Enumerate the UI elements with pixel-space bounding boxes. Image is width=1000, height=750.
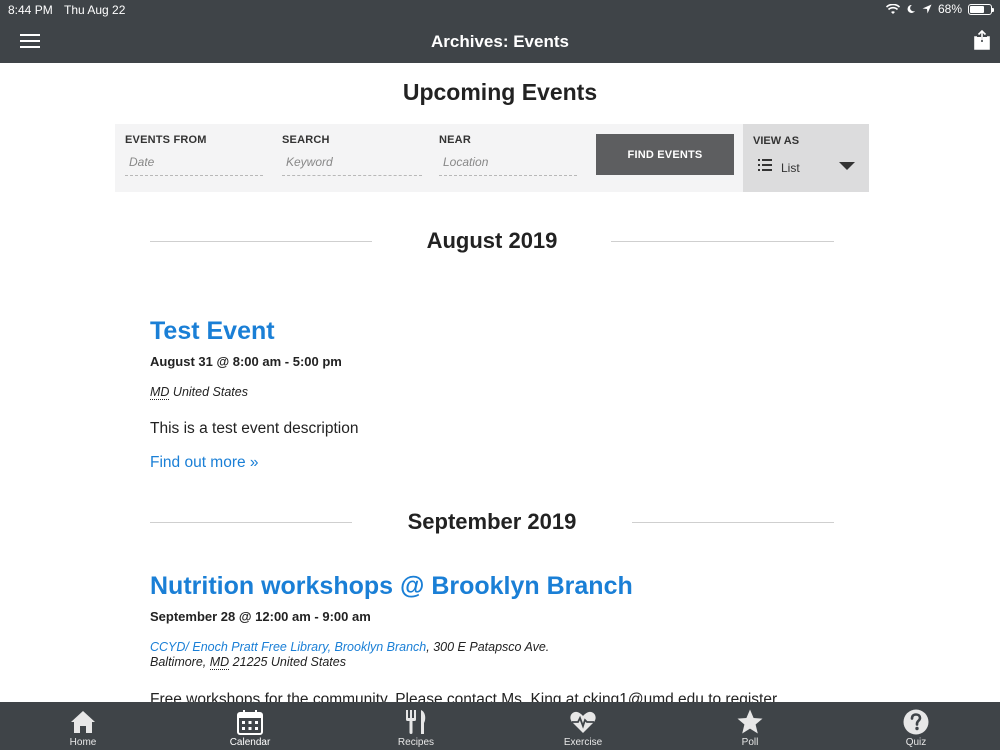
month-separator: September 2019 bbox=[150, 507, 834, 537]
heart-pulse-icon bbox=[570, 711, 596, 733]
search-filter: SEARCH Keyword bbox=[282, 134, 422, 176]
calendar-icon bbox=[237, 710, 263, 735]
question-icon bbox=[903, 709, 929, 735]
near-filter: NEAR Location bbox=[439, 134, 579, 176]
fork-knife-icon bbox=[406, 710, 426, 734]
tab-quiz[interactable]: Quiz bbox=[861, 702, 971, 750]
venue-city: Baltimore, bbox=[150, 655, 210, 669]
content-area: Upcoming Events EVENTS FROM Date SEARCH … bbox=[0, 63, 1000, 703]
month-label: September 2019 bbox=[407, 509, 577, 534]
view-as-value: List bbox=[781, 161, 800, 175]
status-right: 68% bbox=[885, 2, 994, 16]
tab-bar: Home Calendar Recipes Exercise Poll Quiz bbox=[0, 702, 1000, 750]
venue-state: MD bbox=[209, 655, 230, 670]
venue-address: , 300 E Patapsco Ave. bbox=[426, 640, 550, 654]
tab-home[interactable]: Home bbox=[28, 702, 138, 750]
share-icon[interactable] bbox=[974, 30, 990, 50]
star-icon bbox=[737, 709, 763, 734]
find-events-button[interactable]: FIND EVENTS bbox=[596, 134, 734, 175]
view-as-select[interactable]: VIEW AS List bbox=[743, 124, 869, 192]
find-out-more-link[interactable]: Find out more » bbox=[150, 454, 259, 472]
event-item: Test Event August 31 @ 8:00 am - 5:00 pm… bbox=[150, 317, 850, 472]
tab-label: Calendar bbox=[229, 737, 271, 748]
list-icon bbox=[758, 159, 772, 171]
page-title: Upcoming Events bbox=[402, 79, 598, 105]
venue-country: United States bbox=[169, 385, 248, 399]
month-label: August 2019 bbox=[426, 228, 558, 253]
tab-label: Exercise bbox=[563, 737, 603, 748]
venue-zip: 21225 United States bbox=[229, 655, 346, 669]
view-as-label: VIEW AS bbox=[753, 135, 800, 147]
near-label: NEAR bbox=[439, 134, 471, 146]
tab-label: Recipes bbox=[397, 737, 435, 748]
nav-title: Archives: Events bbox=[431, 32, 569, 51]
location-field[interactable]: Location bbox=[439, 155, 577, 176]
events-from-filter: EVENTS FROM Date bbox=[125, 134, 265, 176]
status-date: Thu Aug 22 bbox=[64, 3, 126, 17]
month-separator: August 2019 bbox=[150, 226, 834, 256]
tab-label: Poll bbox=[741, 737, 759, 748]
venue-link[interactable]: CCYD/ Enoch Pratt Free Library, Brooklyn… bbox=[150, 640, 426, 654]
wifi-icon bbox=[885, 3, 900, 14]
event-title[interactable]: Nutrition workshops @ Brooklyn Branch bbox=[150, 572, 850, 601]
event-item: Nutrition workshops @ Brooklyn Branch Se… bbox=[150, 572, 850, 703]
location-arrow-icon bbox=[922, 4, 932, 14]
event-venue: CCYD/ Enoch Pratt Free Library, Brooklyn… bbox=[150, 640, 850, 670]
tab-label: Home bbox=[69, 737, 97, 748]
tab-label: Quiz bbox=[905, 737, 927, 748]
tab-exercise[interactable]: Exercise bbox=[528, 702, 638, 750]
event-filter-bar: EVENTS FROM Date SEARCH Keyword NEAR Loc… bbox=[115, 124, 869, 192]
search-label: SEARCH bbox=[282, 134, 330, 146]
event-datetime: August 31 @ 8:00 am - 5:00 pm bbox=[150, 354, 342, 369]
events-from-label: EVENTS FROM bbox=[125, 134, 207, 146]
status-bar: 8:44 PM Thu Aug 22 68% bbox=[0, 0, 1000, 20]
status-time: 8:44 PM bbox=[8, 3, 53, 17]
battery-icon bbox=[968, 3, 994, 15]
venue-state: MD bbox=[150, 385, 170, 400]
event-description: This is a test event description bbox=[150, 420, 359, 437]
event-datetime: September 28 @ 12:00 am - 9:00 am bbox=[150, 609, 371, 624]
chevron-down-icon bbox=[839, 162, 855, 170]
moon-icon bbox=[907, 4, 915, 13]
date-field[interactable]: Date bbox=[125, 155, 263, 176]
home-icon bbox=[71, 711, 95, 733]
keyword-field[interactable]: Keyword bbox=[282, 155, 422, 176]
top-bar: 8:44 PM Thu Aug 22 68% Archives: Events bbox=[0, 0, 1000, 63]
tab-calendar[interactable]: Calendar bbox=[195, 702, 305, 750]
battery-percent: 68% bbox=[937, 2, 962, 16]
event-title[interactable]: Test Event bbox=[150, 317, 850, 346]
event-venue: MD United States bbox=[150, 385, 850, 400]
tab-poll[interactable]: Poll bbox=[695, 702, 805, 750]
tab-recipes[interactable]: Recipes bbox=[361, 702, 471, 750]
